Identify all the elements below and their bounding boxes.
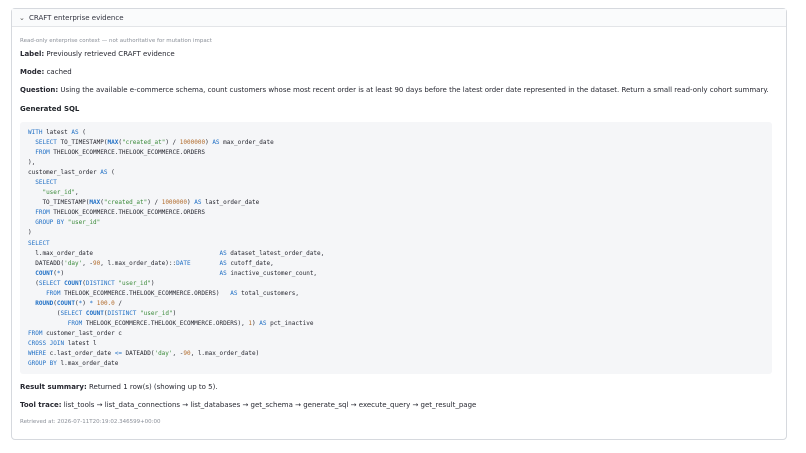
- sql-line: FROM THELOOK_ECOMMERCE.THELOOK_ECOMMERCE…: [46, 289, 299, 297]
- sql-line: l.max_order_date AS dataset_latest_order…: [28, 249, 325, 257]
- sql-line: FROM THELOOK_ECOMMERCE.THELOOK_ECOMMERCE…: [35, 209, 206, 217]
- sql-line: COUNT(*) AS inactive_customer_count,: [35, 269, 318, 277]
- expander-header[interactable]: ⌄ CRAFT enterprise evidence: [12, 9, 786, 27]
- label-value: Previously retrieved CRAFT evidence: [46, 50, 175, 58]
- trace-key: Tool trace:: [20, 401, 62, 409]
- generated-sql-heading: Generated SQL: [20, 105, 80, 113]
- sql-line: ROUND(COUNT(*) * 100.0 /: [35, 299, 123, 307]
- sql-line: FROM customer_last_order c: [28, 329, 122, 337]
- sql-line: WHERE c.last_order_date <= DATEADD('day'…: [28, 350, 260, 358]
- sql-line: DATEADD('day', -90, l.max_order_date)::D…: [28, 259, 274, 267]
- sql-line: WITH latest AS (: [28, 129, 86, 136]
- readonly-caption: Read-only enterprise context — not autho…: [20, 38, 212, 44]
- mode-value: cached: [46, 68, 72, 76]
- mode-field: Mode: cached: [20, 68, 778, 77]
- chevron-down-icon[interactable]: ⌄: [19, 14, 29, 22]
- expander-title: CRAFT enterprise evidence: [29, 13, 124, 22]
- sql-line: SELECT TO_TIMESTAMP(MAX("created_at") / …: [35, 139, 274, 147]
- sql-line: SELECT: [35, 179, 57, 187]
- question-key: Question:: [20, 86, 59, 94]
- sql-line: "user_id",: [42, 189, 79, 197]
- sql-line: (SELECT COUNT(DISTINCT "user_id"): [28, 279, 155, 287]
- label-key: Label:: [20, 50, 45, 58]
- result-value: Returned 1 row(s) (showing up to 5).: [88, 383, 218, 391]
- sql-line: customer_last_order AS (: [28, 169, 115, 177]
- sql-line: GROUP BY l.max_order_date: [28, 360, 119, 368]
- sql-code-block: WITH latest AS ( SELECT TO_TIMESTAMP(MAX…: [20, 122, 772, 374]
- sql-line: TO_TIMESTAMP(MAX("created_at") / 1000000…: [28, 199, 260, 207]
- result-summary: Result summary: Returned 1 row(s) (showi…: [20, 383, 778, 392]
- question-value: Using the available e-commerce schema, c…: [60, 86, 769, 94]
- sql-line: (SELECT COUNT(DISTINCT "user_id"): [28, 309, 177, 317]
- sql-line: SELECT: [28, 239, 50, 247]
- label-field: Label: Previously retrieved CRAFT eviden…: [20, 50, 778, 59]
- trace-value: list_tools → list_data_connections → lis…: [63, 401, 477, 409]
- tool-trace: Tool trace: list_tools → list_data_conne…: [20, 401, 778, 410]
- mode-key: Mode:: [20, 68, 45, 76]
- expander-body: Read-only enterprise context — not autho…: [12, 27, 786, 425]
- evidence-expander: ⌄ CRAFT enterprise evidence Read-only en…: [11, 8, 787, 440]
- sql-line: CROSS JOIN latest l: [28, 339, 97, 347]
- sql-line: GROUP BY "user_id": [35, 219, 101, 227]
- sql-line: ): [28, 229, 32, 237]
- retrieved-at: Retrieved at: 2026-07-11T20:19:02.346599…: [20, 419, 161, 425]
- sql-line: ),: [28, 159, 36, 167]
- sql-line: FROM THELOOK_ECOMMERCE.THELOOK_ECOMMERCE…: [35, 149, 206, 157]
- question-field: Question: Using the available e-commerce…: [20, 86, 778, 95]
- result-key: Result summary:: [20, 383, 87, 391]
- sql-line: FROM THELOOK_ECOMMERCE.THELOOK_ECOMMERCE…: [67, 319, 314, 327]
